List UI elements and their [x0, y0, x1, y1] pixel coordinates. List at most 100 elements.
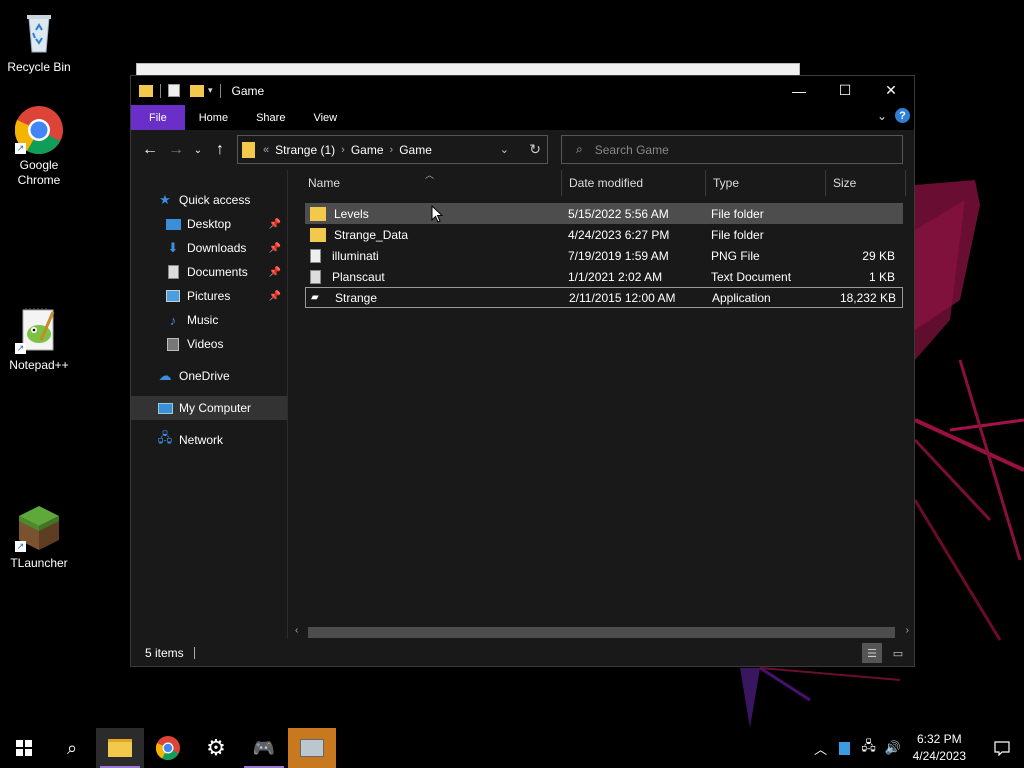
- pin-icon[interactable]: 📌: [269, 219, 281, 230]
- notification-center-button[interactable]: [980, 728, 1024, 768]
- close-button[interactable]: ✕: [868, 76, 914, 105]
- sidebar-item-downloads[interactable]: ⬇ Downloads 📌: [131, 236, 287, 260]
- search-input[interactable]: Search Game: [595, 143, 669, 157]
- sidebar-item-label: Videos: [187, 337, 224, 351]
- sidebar-item-music[interactable]: ♪ Music: [131, 308, 287, 332]
- properties-icon[interactable]: [168, 84, 180, 97]
- sidebar-item-videos[interactable]: Videos: [131, 332, 287, 356]
- back-button[interactable]: ←: [137, 137, 163, 163]
- taskbar-file-explorer[interactable]: [96, 728, 144, 768]
- desktop-icon-label: TLauncher: [10, 556, 68, 570]
- list-item[interactable]: Levels 5/15/2022 5:56 AM File folder: [305, 203, 903, 224]
- sidebar-item-desktop[interactable]: Desktop 📌: [131, 212, 287, 236]
- list-item[interactable]: Planscaut 1/1/2021 2:02 AM Text Document…: [305, 266, 903, 287]
- address-bar[interactable]: « Strange (1) › Game › Game ⌄ ↻: [237, 135, 548, 164]
- search-box[interactable]: ⌕ Search Game: [561, 135, 903, 164]
- sidebar-item-network[interactable]: 🖧 Network: [131, 428, 287, 452]
- customize-dropdown-icon[interactable]: ▾: [208, 85, 213, 96]
- start-button[interactable]: [0, 728, 48, 768]
- list-item[interactable]: ▰ Strange 2/11/2015 12:00 AM Application…: [305, 287, 903, 308]
- large-icons-view-icon[interactable]: ▭: [888, 643, 908, 663]
- file-explorer-icon: [108, 739, 132, 757]
- desktop-icon-google-chrome[interactable]: ↗ Google Chrome: [0, 106, 78, 188]
- list-item[interactable]: Strange_Data 4/24/2023 6:27 PM File fold…: [305, 224, 903, 245]
- taskbar-chrome[interactable]: [144, 728, 192, 768]
- sidebar-item-onedrive[interactable]: ☁ OneDrive: [131, 364, 287, 388]
- image-viewer-icon: [300, 739, 324, 757]
- sidebar-item-my-computer[interactable]: My Computer: [131, 396, 287, 420]
- forward-button[interactable]: →: [163, 137, 189, 163]
- network-icon: 🖧: [157, 430, 173, 445]
- taskbar-game[interactable]: 🎮: [240, 728, 288, 768]
- file-date: 4/24/2023 6:27 PM: [568, 227, 670, 242]
- maximize-button[interactable]: ☐: [822, 76, 868, 105]
- help-icon[interactable]: ?: [895, 108, 910, 123]
- tab-view[interactable]: View: [299, 105, 351, 130]
- scrollbar-thumb[interactable]: [308, 627, 895, 638]
- tab-home[interactable]: Home: [185, 105, 242, 130]
- search-button[interactable]: ⌕: [48, 728, 96, 768]
- search-icon: ⌕: [576, 142, 583, 156]
- desktop-icon-recycle-bin[interactable]: Recycle Bin: [0, 8, 78, 75]
- desktop-icon-notepad-plus-plus[interactable]: ↗ Notepad++: [0, 306, 78, 373]
- breadcrumb-overflow[interactable]: «: [263, 144, 269, 156]
- pin-icon[interactable]: 📌: [269, 291, 281, 302]
- minimize-button[interactable]: —: [776, 76, 822, 105]
- details-view-icon[interactable]: ☰: [862, 643, 882, 663]
- windows-logo-icon: [16, 740, 32, 756]
- status-bar: 5 items ☰ ▭: [131, 639, 914, 666]
- chevron-up-icon[interactable]: ︿: [809, 728, 833, 768]
- volume-icon[interactable]: 🔊: [881, 728, 905, 768]
- text-file-icon: [310, 269, 321, 284]
- sidebar-item-label: Desktop: [187, 217, 232, 231]
- file-name: Strange_Data: [334, 227, 409, 242]
- breadcrumb-strange-1[interactable]: Strange (1): [275, 143, 335, 157]
- clock[interactable]: 6:32 PM 4/24/2023: [905, 731, 980, 765]
- sidebar-item-quick-access[interactable]: ★ Quick access: [131, 188, 287, 212]
- shortcut-arrow-icon: ↗: [15, 143, 26, 154]
- sidebar-item-label: My Computer: [179, 401, 252, 415]
- gamepad-icon: 🎮: [252, 737, 276, 758]
- tab-file[interactable]: File: [131, 105, 185, 130]
- chevron-right-icon[interactable]: ›: [341, 144, 345, 156]
- column-headers: ︿ Name Date modified Type Size: [290, 170, 914, 196]
- new-folder-icon[interactable]: [190, 84, 204, 97]
- file-type: Application: [712, 290, 771, 305]
- chevron-down-icon[interactable]: ⌄: [500, 143, 509, 156]
- up-button[interactable]: ↑: [207, 137, 233, 163]
- taskbar-settings[interactable]: ⚙: [192, 728, 240, 768]
- computer-icon: [157, 400, 173, 416]
- pin-icon[interactable]: 📌: [269, 267, 281, 278]
- column-header-type[interactable]: Type: [706, 170, 826, 196]
- file-date: 2/11/2015 12:00 AM: [569, 290, 676, 305]
- pin-icon[interactable]: 📌: [269, 243, 281, 254]
- sidebar-item-pictures[interactable]: Pictures 📌: [131, 284, 287, 308]
- scroll-left-icon[interactable]: ‹: [295, 625, 298, 636]
- window-title: Game: [231, 83, 265, 98]
- tray-app-icon[interactable]: [833, 728, 857, 768]
- recent-locations-button[interactable]: ⌄: [189, 137, 207, 163]
- sidebar-item-label: Network: [179, 433, 224, 447]
- column-header-date-modified[interactable]: Date modified: [562, 170, 706, 196]
- sidebar-item-label: OneDrive: [179, 369, 230, 383]
- list-item[interactable]: illuminati 7/19/2019 1:59 AM PNG File 29…: [305, 245, 903, 266]
- application-icon: ▰: [311, 291, 319, 303]
- scroll-right-icon[interactable]: ›: [906, 625, 909, 636]
- tab-share[interactable]: Share: [242, 105, 299, 130]
- sidebar-item-label: Documents: [187, 265, 248, 279]
- breadcrumb-game-parent[interactable]: Game: [351, 143, 384, 157]
- expand-ribbon-icon[interactable]: ⌄: [877, 109, 887, 123]
- breadcrumb-game-current[interactable]: Game: [399, 143, 432, 157]
- clock-date: 4/24/2023: [912, 749, 966, 763]
- chevron-right-icon[interactable]: ›: [390, 144, 394, 156]
- desktop-icon-tlauncher[interactable]: ↗ TLauncher: [0, 504, 78, 571]
- refresh-icon[interactable]: ↻: [529, 141, 541, 158]
- system-tray: ︿ 🖧 🔊 6:32 PM 4/24/2023: [809, 728, 1024, 768]
- column-header-size[interactable]: Size: [826, 170, 906, 196]
- network-icon[interactable]: 🖧: [857, 728, 881, 768]
- taskbar-image-viewer[interactable]: [288, 728, 336, 768]
- title-bar[interactable]: ▾ Game — ☐ ✕: [131, 76, 914, 105]
- file-explorer-window[interactable]: ▾ Game — ☐ ✕ File Home Share View ⌄ ? ← …: [130, 75, 915, 667]
- sidebar-item-documents[interactable]: Documents 📌: [131, 260, 287, 284]
- recycle-bin-icon: [15, 8, 63, 56]
